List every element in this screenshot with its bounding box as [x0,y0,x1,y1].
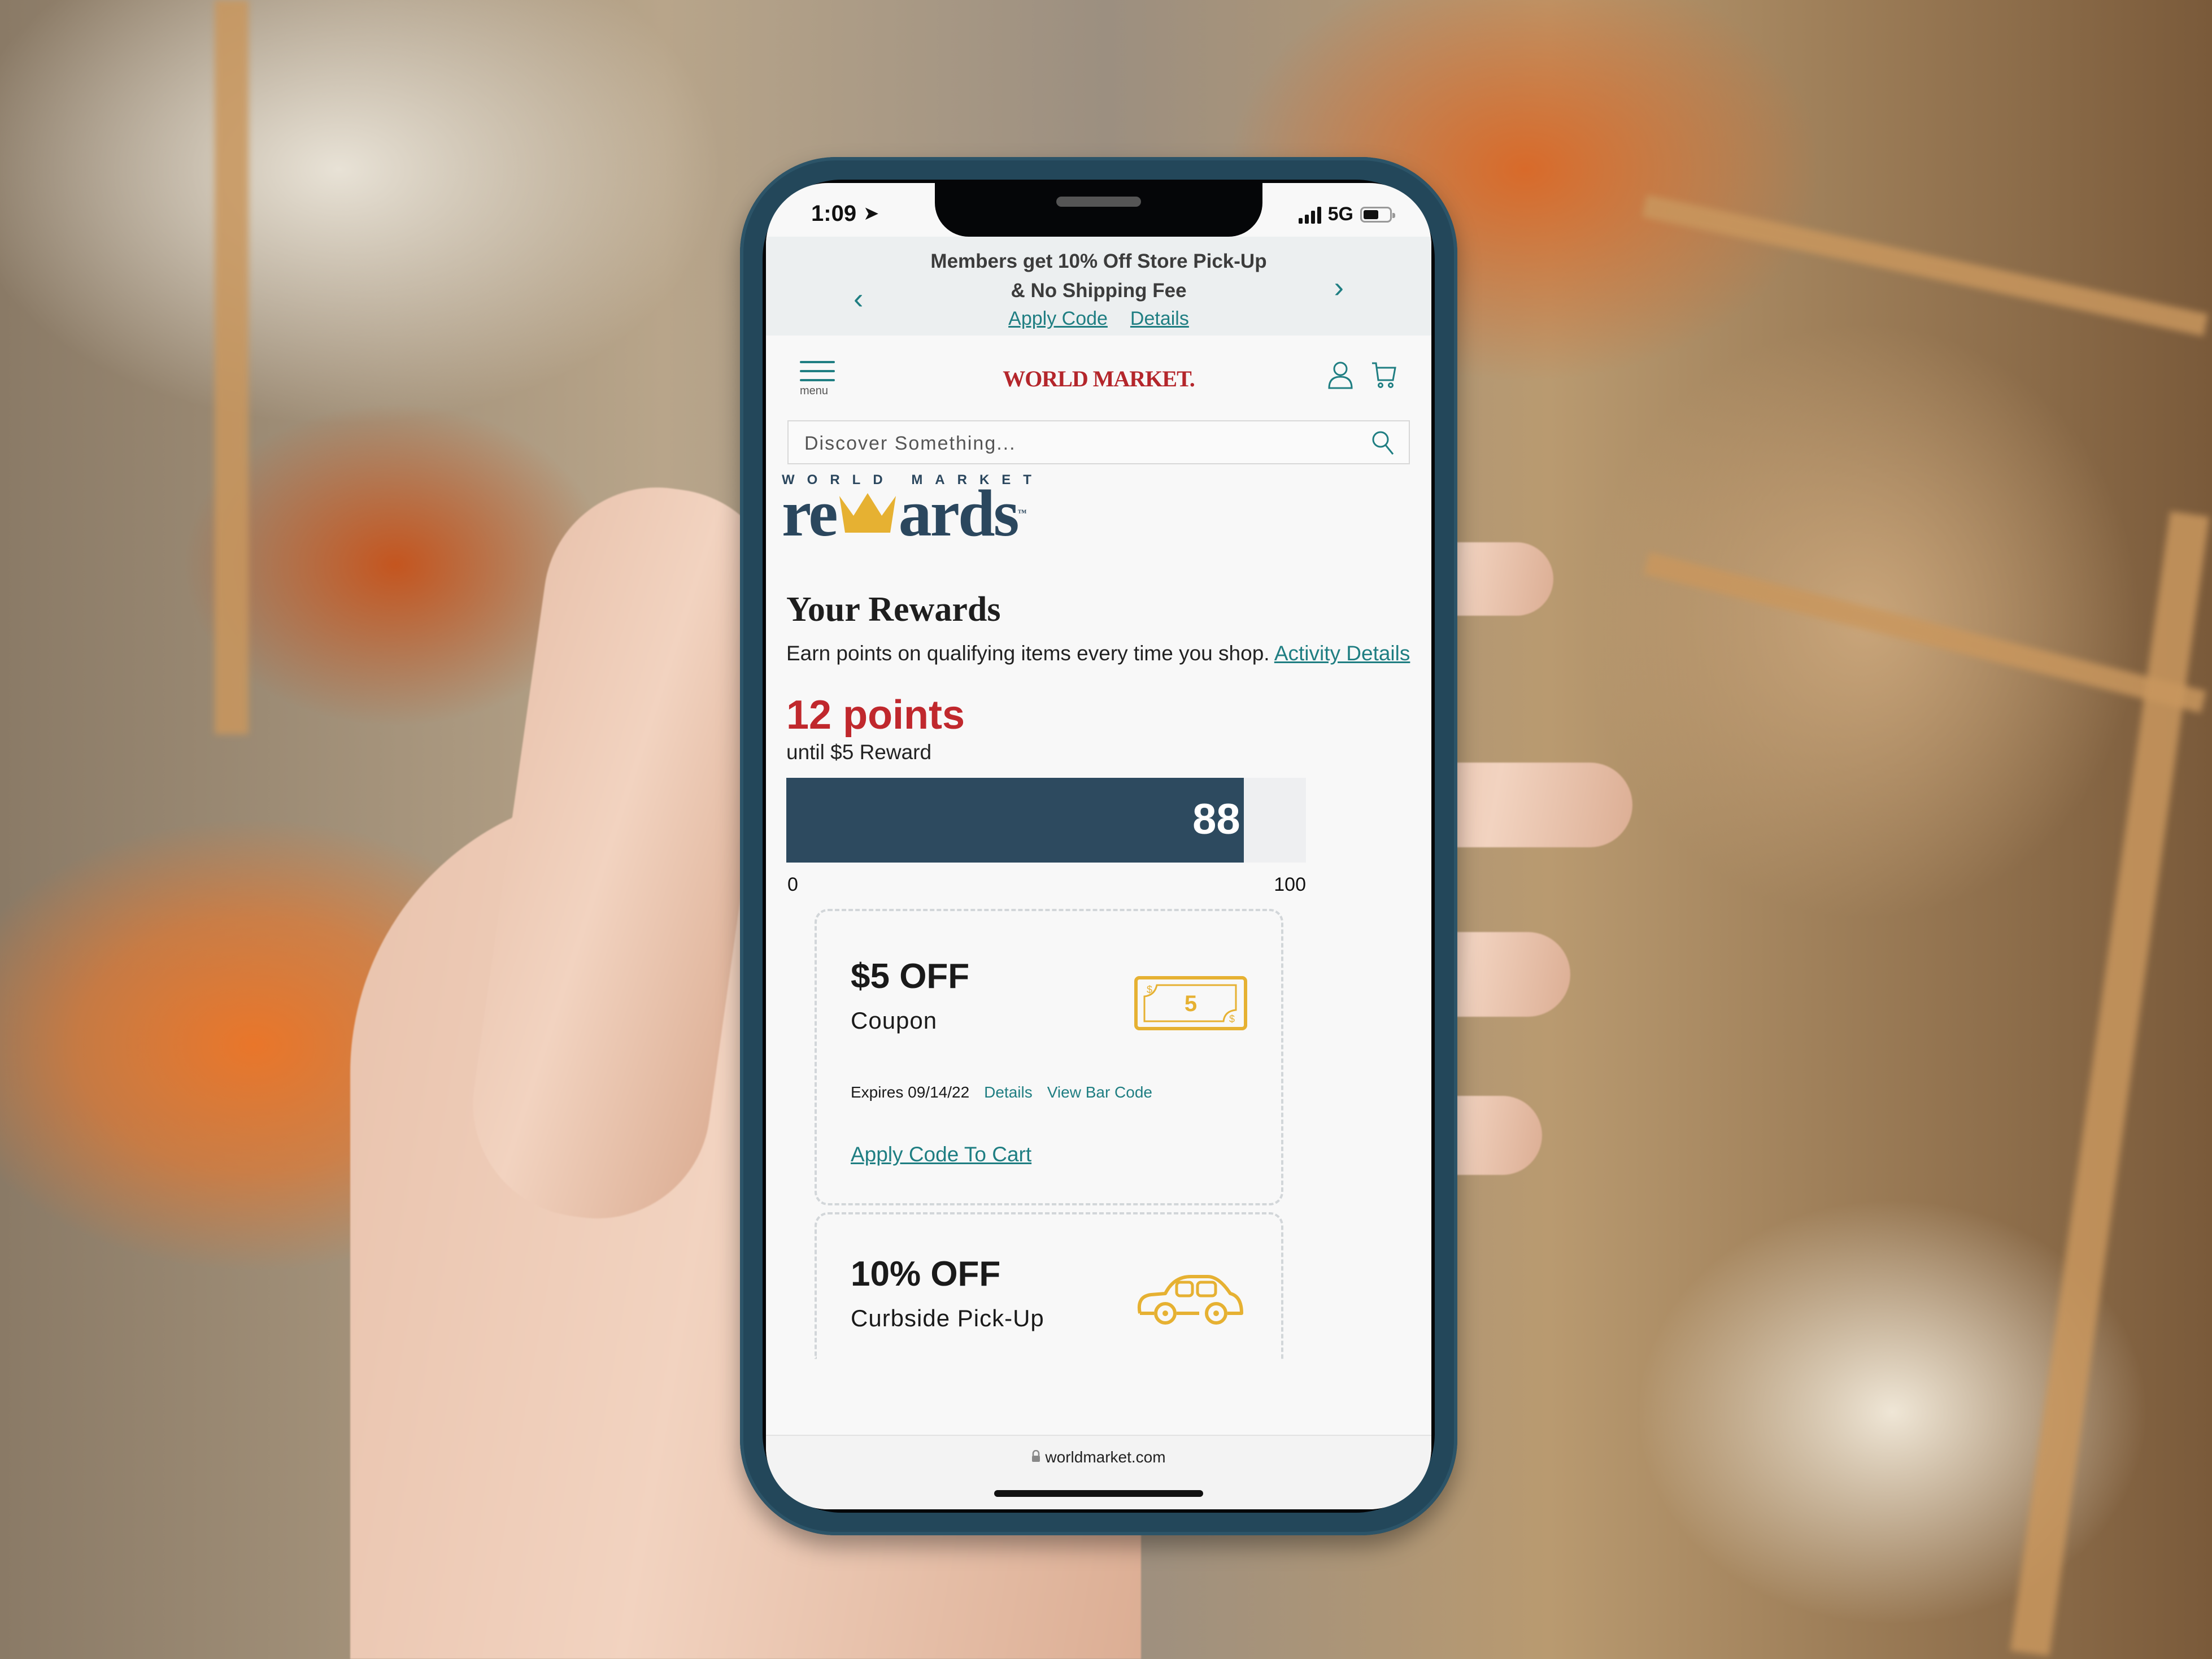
car-icon [1134,1271,1247,1330]
hamburger-icon-bar [800,361,835,363]
rewards-description: Earn points on qualifying items every ti… [786,638,1411,669]
promo-details-link[interactable]: Details [1130,308,1189,330]
svg-text:$: $ [1229,1013,1235,1025]
hamburger-icon-bar [800,370,835,372]
search-icon[interactable] [1370,429,1395,459]
coupon-title: 10% OFF [851,1255,1001,1294]
chevron-left-icon[interactable]: ‹ [854,282,863,316]
rewards-logo-right: ards [898,476,1020,550]
home-indicator[interactable] [994,1490,1203,1497]
promo-line-1: Members get 10% Off Store Pick-Up [930,250,1267,272]
battery-icon [1360,206,1395,223]
search-input[interactable]: Discover Something... [787,420,1410,464]
apply-code-to-cart-link[interactable]: Apply Code To Cart [851,1143,1031,1166]
activity-details-link[interactable]: Activity Details [1274,642,1410,665]
rewards-logo-word: re ards™ [782,480,1044,547]
svg-text:$: $ [1147,984,1152,995]
search-placeholder: Discover Something... [804,433,1016,454]
promo-banner: ‹ Members get 10% Off Store Pick-Up & No… [766,237,1431,336]
progress-min: 0 [787,874,798,895]
world-market-logo[interactable]: WORLD MARKET. [1003,365,1195,392]
background-shelf-left [215,0,249,734]
crown-icon [837,488,899,539]
page-title: Your Rewards [786,590,1001,629]
network-type: 5G [1327,203,1353,225]
chevron-right-icon[interactable]: › [1334,271,1344,304]
coupon-expiry: Expires 09/14/22 [851,1083,970,1101]
coupon-meta: Expires 09/14/22 Details View Bar Code [851,1083,1152,1101]
background-shelf-right-2 [1644,552,2206,713]
signal-icon [1298,206,1321,224]
user-icon[interactable] [1327,361,1353,392]
coupon-details-link[interactable]: Details [984,1083,1033,1101]
view-bar-code-link[interactable]: View Bar Code [1047,1083,1152,1101]
site-header: menu WORLD MARKET. [766,344,1431,406]
cart-icon[interactable] [1370,361,1397,392]
description-text: Earn points on qualifying items every ti… [786,642,1270,665]
coupon-title: $5 OFF [851,957,970,996]
battery-cap [1392,212,1395,218]
apply-code-link[interactable]: Apply Code [1008,308,1108,330]
points-count: 12 points [786,693,965,738]
hamburger-icon-bar [800,379,835,381]
phone-screen: 1:09 ➤ 5G ‹ Members get 10% Off Store Pi… [766,183,1431,1509]
coupon-subtitle: Curbside Pick-Up [851,1305,1044,1331]
menu-button[interactable]: menu [800,361,835,398]
coupon-subtitle: Coupon [851,1007,938,1034]
lock-icon [1031,1448,1040,1466]
points-progress-bar: 88 [786,778,1306,863]
coupon-card: $5 OFF Coupon $ $ 5 Expires 09/14/22 Det… [815,909,1283,1205]
trademark: ™ [1017,508,1027,518]
menu-label: menu [800,385,829,397]
progress-scale: 0 100 [786,863,1306,896]
phone: 1:09 ➤ 5G ‹ Members get 10% Off Store Pi… [740,157,1457,1535]
status-time: 1:09 [811,201,857,226]
url-text: worldmarket.com [1045,1448,1166,1466]
rewards-logo-left: re [782,476,838,550]
progress-value: 88 [1192,795,1240,843]
progress-max: 100 [1274,874,1306,895]
progress-fill [786,778,1244,863]
rewards-content: Your Rewards Earn points on qualifying i… [786,590,1411,1359]
coupon-card: 10% OFF Curbside Pick-Up [815,1212,1283,1359]
background-shelf-right [1641,194,2209,337]
battery-fill [1364,210,1379,219]
location-arrow-icon: ➤ [863,203,879,224]
rewards-logo: WORLD MARKET re ards™ [782,472,1044,547]
dollar-bill-icon: $ $ 5 [1134,976,1247,1033]
bill-value: 5 [1185,991,1197,1016]
promo-line-2: & No Shipping Fee [1011,280,1187,302]
status-bar: 1:09 ➤ 5G [766,201,1431,235]
browser-url-bar[interactable]: worldmarket.com [766,1435,1431,1509]
points-until-text: until $5 Reward [786,741,932,764]
